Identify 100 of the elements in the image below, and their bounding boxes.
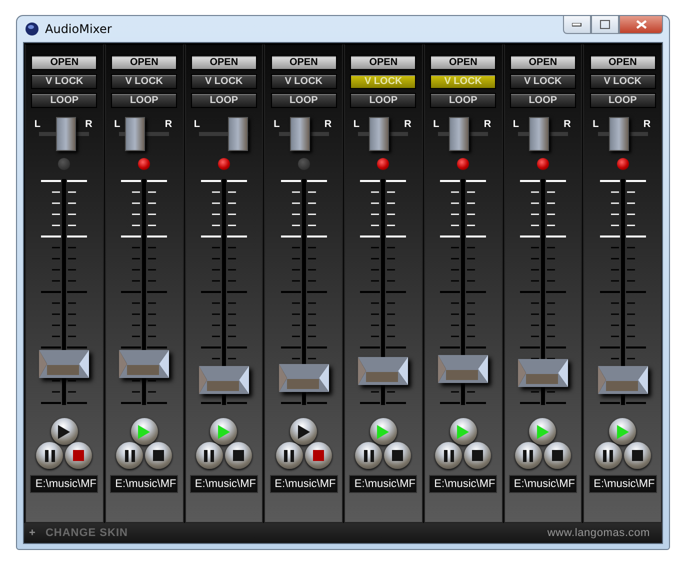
open-button[interactable]: OPEN: [350, 55, 416, 70]
volume-fader-knob[interactable]: [438, 354, 488, 383]
stop-button[interactable]: [224, 442, 252, 469]
file-path-field[interactable]: E:\music\MF: [30, 475, 98, 493]
play-button[interactable]: [130, 418, 158, 445]
right-label: R: [484, 119, 492, 130]
pan-knob[interactable]: [228, 117, 248, 151]
pause-icon: [603, 450, 614, 462]
play-button[interactable]: [450, 418, 477, 445]
stop-button[interactable]: [65, 442, 92, 469]
volume-fader-knob[interactable]: [119, 350, 170, 378]
pan-knob[interactable]: [608, 117, 629, 151]
website-link[interactable]: www.langomas.com: [547, 527, 650, 539]
pause-button[interactable]: [594, 442, 622, 469]
close-icon: [636, 20, 646, 29]
pause-icon: [204, 450, 214, 462]
pause-icon: [523, 450, 534, 462]
play-button[interactable]: [50, 418, 78, 445]
right-label: R: [324, 119, 332, 130]
play-button[interactable]: [370, 418, 397, 445]
open-button[interactable]: OPEN: [510, 55, 576, 70]
volume-fader-knob[interactable]: [39, 350, 90, 378]
left-label: L: [114, 119, 120, 130]
play-button[interactable]: [609, 418, 636, 445]
pause-button[interactable]: [435, 442, 462, 469]
maximize-icon: [600, 20, 610, 29]
pan-knob[interactable]: [449, 117, 470, 151]
v-lock-button[interactable]: V LOCK: [31, 74, 98, 89]
stop-button[interactable]: [624, 442, 651, 469]
left-label: L: [433, 119, 440, 130]
file-path-field[interactable]: E:\music\MF: [349, 475, 418, 493]
stop-button[interactable]: [304, 442, 332, 469]
open-button[interactable]: OPEN: [31, 55, 98, 70]
minimize-icon: [572, 22, 582, 26]
volume-fader-knob[interactable]: [358, 357, 408, 386]
loop-button[interactable]: LOOP: [430, 93, 496, 108]
loop-button[interactable]: LOOP: [350, 93, 416, 108]
stop-button[interactable]: [145, 442, 172, 469]
open-button[interactable]: OPEN: [270, 55, 337, 70]
loop-button[interactable]: LOOP: [590, 93, 656, 108]
globe-icon: [25, 22, 39, 36]
open-button[interactable]: OPEN: [590, 55, 656, 70]
loop-button[interactable]: LOOP: [111, 93, 178, 108]
stop-button[interactable]: [384, 442, 412, 469]
pause-icon: [124, 450, 135, 462]
right-label: R: [564, 119, 571, 130]
file-path-field[interactable]: E:\music\MF: [190, 475, 258, 493]
pan-knob[interactable]: [56, 117, 76, 151]
v-lock-button[interactable]: V LOCK: [590, 74, 656, 89]
pan-knob[interactable]: [369, 117, 390, 151]
v-lock-button[interactable]: V LOCK: [270, 74, 337, 89]
open-button[interactable]: OPEN: [111, 55, 178, 70]
loop-button[interactable]: LOOP: [31, 93, 98, 108]
loop-button[interactable]: LOOP: [190, 93, 257, 108]
volume-fader-knob[interactable]: [198, 366, 249, 394]
pause-icon: [444, 450, 454, 462]
right-label: R: [85, 119, 92, 130]
open-button[interactable]: OPEN: [430, 55, 496, 70]
file-path-field[interactable]: E:\music\MF: [270, 475, 338, 493]
left-label: L: [194, 119, 200, 130]
window-title: AudioMixer: [45, 22, 112, 36]
close-button[interactable]: [619, 16, 663, 34]
stop-button[interactable]: [544, 442, 571, 469]
open-button[interactable]: OPEN: [190, 55, 257, 70]
left-label: L: [274, 119, 280, 130]
play-button[interactable]: [529, 418, 556, 445]
file-path-field[interactable]: E:\music\MF: [508, 475, 577, 493]
loop-button[interactable]: LOOP: [510, 93, 576, 108]
pan-knob[interactable]: [528, 117, 549, 151]
volume-fader-knob[interactable]: [518, 359, 568, 388]
pan-knob[interactable]: [290, 117, 310, 151]
volume-fader-knob[interactable]: [278, 364, 329, 392]
volume-fader-knob[interactable]: [598, 366, 648, 394]
stop-button[interactable]: [464, 442, 492, 469]
file-path-field[interactable]: E:\music\MF: [110, 475, 178, 493]
left-label: L: [592, 119, 599, 130]
pause-button[interactable]: [514, 442, 542, 469]
maximize-button[interactable]: [591, 16, 619, 34]
left-label: L: [353, 119, 360, 130]
right-label: R: [164, 119, 172, 130]
right-label: R: [643, 119, 651, 130]
pause-button[interactable]: [196, 442, 223, 469]
v-lock-button[interactable]: V LOCK: [190, 74, 257, 89]
file-path-field[interactable]: E:\music\MF: [588, 475, 657, 493]
pause-button[interactable]: [355, 442, 382, 469]
pause-icon: [44, 450, 55, 462]
pause-button[interactable]: [36, 442, 64, 469]
pause-button[interactable]: [276, 442, 303, 469]
minimize-button[interactable]: [563, 16, 591, 34]
loop-button[interactable]: LOOP: [270, 93, 337, 108]
pause-icon: [364, 450, 374, 462]
pause-button[interactable]: [116, 442, 144, 469]
right-label: R: [404, 119, 412, 130]
file-path-field[interactable]: E:\music\MF: [429, 475, 498, 493]
play-button[interactable]: [290, 418, 318, 445]
play-button[interactable]: [210, 418, 238, 445]
v-lock-button[interactable]: V LOCK: [510, 74, 576, 89]
pan-knob[interactable]: [124, 117, 145, 151]
v-lock-button[interactable]: V LOCK: [111, 74, 178, 89]
expand-toggle[interactable]: +: [29, 527, 36, 539]
